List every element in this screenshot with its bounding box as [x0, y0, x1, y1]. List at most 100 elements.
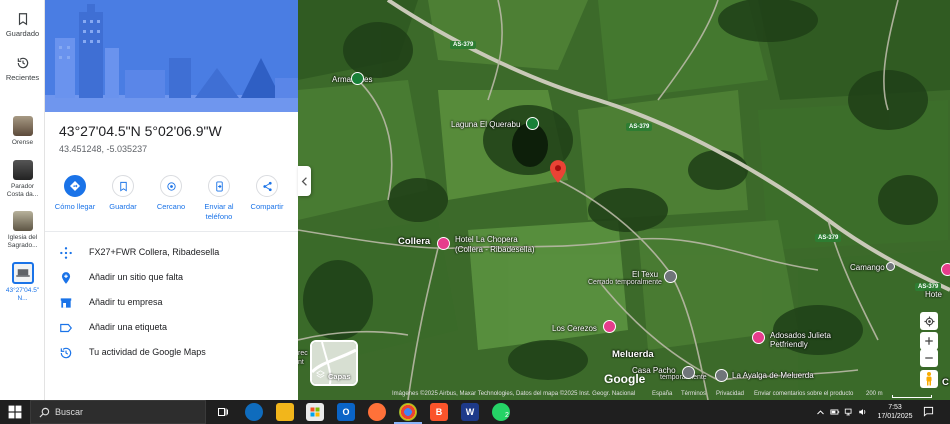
- divider: [45, 231, 298, 232]
- place-label-edge[interactable]: C: [942, 377, 949, 388]
- place-label-laguna[interactable]: Laguna El Querabu: [451, 120, 520, 129]
- edge-icon[interactable]: [245, 403, 263, 421]
- file-explorer-icon[interactable]: [276, 403, 294, 421]
- chrome-icon[interactable]: [399, 403, 417, 421]
- poi-hotel-icon[interactable]: [752, 331, 765, 344]
- place-label-ayalga[interactable]: La Ayalga de Meluerda: [732, 371, 814, 380]
- place-label-el-texu[interactable]: El Texu: [632, 270, 658, 279]
- maps-activity-text: Tu actividad de Google Maps: [89, 347, 206, 357]
- add-label-text: Añadir una etiqueta: [89, 322, 168, 332]
- chevron-left-icon: [301, 176, 307, 186]
- poi-nature-icon[interactable]: [526, 117, 539, 130]
- poi-hotel-icon[interactable]: [603, 320, 616, 333]
- battery-icon[interactable]: [830, 407, 840, 417]
- action-label: Cercano: [156, 202, 186, 211]
- link-country[interactable]: España: [652, 391, 672, 397]
- nearby-button[interactable]: Cercano: [147, 175, 195, 212]
- recent-item-current[interactable]: 43°27'04.5" N...: [3, 262, 42, 303]
- task-view-icon[interactable]: [214, 403, 232, 421]
- app-icon[interactable]: W: [461, 403, 479, 421]
- poi-restaurant-icon[interactable]: [682, 366, 695, 379]
- scale-bar: [892, 395, 932, 398]
- send-to-phone-button[interactable]: Enviar al teléfono: [195, 175, 243, 222]
- recent-item-label: Iglesia del Sagrado...: [7, 234, 38, 249]
- place-label-adosados-sub[interactable]: Petfriendly: [770, 340, 808, 349]
- pegman-icon: [926, 372, 932, 386]
- plus-code-text: FX27+FWR Collera, Ribadesella: [89, 247, 220, 257]
- plus-code-row[interactable]: FX27+FWR Collera, Ribadesella: [45, 243, 298, 263]
- send-to-phone-icon: [215, 180, 223, 192]
- label-icon: [60, 323, 73, 333]
- layers-button[interactable]: Capas: [310, 340, 358, 386]
- poi-pin-icon[interactable]: [715, 369, 728, 382]
- zoom-out-button[interactable]: [920, 349, 938, 367]
- save-button[interactable]: Guardar: [99, 175, 147, 212]
- place-label-hotel-sub[interactable]: (Collera - Ribadesella): [455, 245, 535, 254]
- recent-label: Recientes: [5, 73, 40, 82]
- taskbar-search[interactable]: Buscar: [30, 400, 206, 424]
- outlook-icon[interactable]: O: [337, 403, 355, 421]
- location-pin-icon[interactable]: [550, 160, 566, 183]
- add-place-row[interactable]: Añadir un sitio que falta: [45, 268, 298, 288]
- share-button[interactable]: Compartir: [243, 175, 291, 212]
- add-label-row[interactable]: Añadir una etiqueta: [45, 318, 298, 338]
- place-label-meluerda[interactable]: Meluerda: [612, 349, 654, 360]
- place-label-hote[interactable]: Hote: [925, 290, 942, 299]
- network-icon[interactable]: [844, 407, 854, 417]
- chevron-up-icon[interactable]: [816, 408, 825, 417]
- zoom-in-button[interactable]: [920, 332, 938, 350]
- recent-item-parador[interactable]: Parador Costa da...: [3, 160, 42, 199]
- plus-icon: [925, 337, 933, 345]
- saved-button[interactable]: Guardado: [0, 12, 45, 38]
- clock[interactable]: 7:53 17/01/2025: [875, 403, 915, 421]
- bookmark-icon: [119, 181, 127, 191]
- history-icon: [17, 57, 28, 69]
- poi-hotel-icon[interactable]: [437, 237, 450, 250]
- left-rail: Guardado Recientes Orense Parador Costa …: [0, 0, 45, 400]
- attribution-bar: Imágenes ©2025 Airbus, Maxar Technologie…: [298, 389, 950, 400]
- scale-label[interactable]: 200 m: [866, 391, 883, 397]
- windows-start-icon[interactable]: [8, 405, 22, 419]
- recent-thumbnail: [12, 211, 33, 231]
- my-location-button[interactable]: [920, 312, 938, 330]
- volume-icon[interactable]: [858, 407, 868, 417]
- decimal-coordinates[interactable]: 43.451248, -5.035237: [59, 144, 147, 154]
- action-label: Enviar al teléfono: [204, 202, 234, 221]
- link-terms[interactable]: Términos: [681, 391, 706, 397]
- recent-item-iglesia[interactable]: Iglesia del Sagrado...: [3, 211, 42, 250]
- place-label-hotel[interactable]: Hotel La Chopera: [455, 235, 518, 244]
- directions-button[interactable]: Cómo llegar: [51, 175, 99, 212]
- street-view-button[interactable]: [920, 370, 938, 388]
- place-label-los-cerezos[interactable]: Los Cerezos: [552, 324, 597, 333]
- maps-activity-row[interactable]: Tu actividad de Google Maps: [45, 343, 298, 363]
- poi-park-icon[interactable]: [351, 72, 364, 85]
- firefox-icon[interactable]: [368, 403, 386, 421]
- hero-illustration: [45, 0, 298, 112]
- link-feedback[interactable]: Enviar comentarios sobre el producto: [754, 391, 853, 397]
- share-icon: [262, 181, 272, 191]
- recent-item-orense[interactable]: Orense: [3, 116, 42, 147]
- add-business-row[interactable]: Añadir tu empresa: [45, 293, 298, 313]
- laptop-icon: [15, 269, 30, 277]
- plus-code-icon: [60, 247, 72, 259]
- recent-button[interactable]: Recientes: [0, 56, 45, 82]
- place-label-camango[interactable]: Camango: [850, 263, 885, 272]
- notifications-icon[interactable]: [923, 406, 934, 417]
- place-label-adosados[interactable]: Adosados Julieta: [770, 331, 831, 340]
- satellite-map[interactable]: AS-379 AS-379 AS-379 AS-379 Armazones La…: [298, 0, 950, 400]
- action-label: Compartir: [250, 202, 284, 211]
- link-privacy[interactable]: Privacidad: [716, 391, 744, 397]
- google-logo: Google: [604, 372, 646, 386]
- poi-restaurant-icon[interactable]: [664, 270, 677, 283]
- brave-icon[interactable]: B: [430, 403, 448, 421]
- microsoft-store-icon[interactable]: [306, 403, 324, 421]
- add-business-text: Añadir tu empresa: [89, 297, 163, 307]
- poi-hotel-icon[interactable]: [941, 263, 950, 276]
- place-status-el-texu: Cerrado temporalmente: [588, 279, 662, 286]
- action-label: Guardar: [109, 202, 137, 211]
- place-label-collera[interactable]: Collera: [398, 236, 430, 247]
- place-title: 43°27'04.5"N 5°02'06.9"W: [59, 123, 222, 139]
- collapse-panel-button[interactable]: [298, 166, 311, 196]
- poi-dot-icon[interactable]: [886, 262, 895, 271]
- layers-label: Capas: [328, 372, 351, 381]
